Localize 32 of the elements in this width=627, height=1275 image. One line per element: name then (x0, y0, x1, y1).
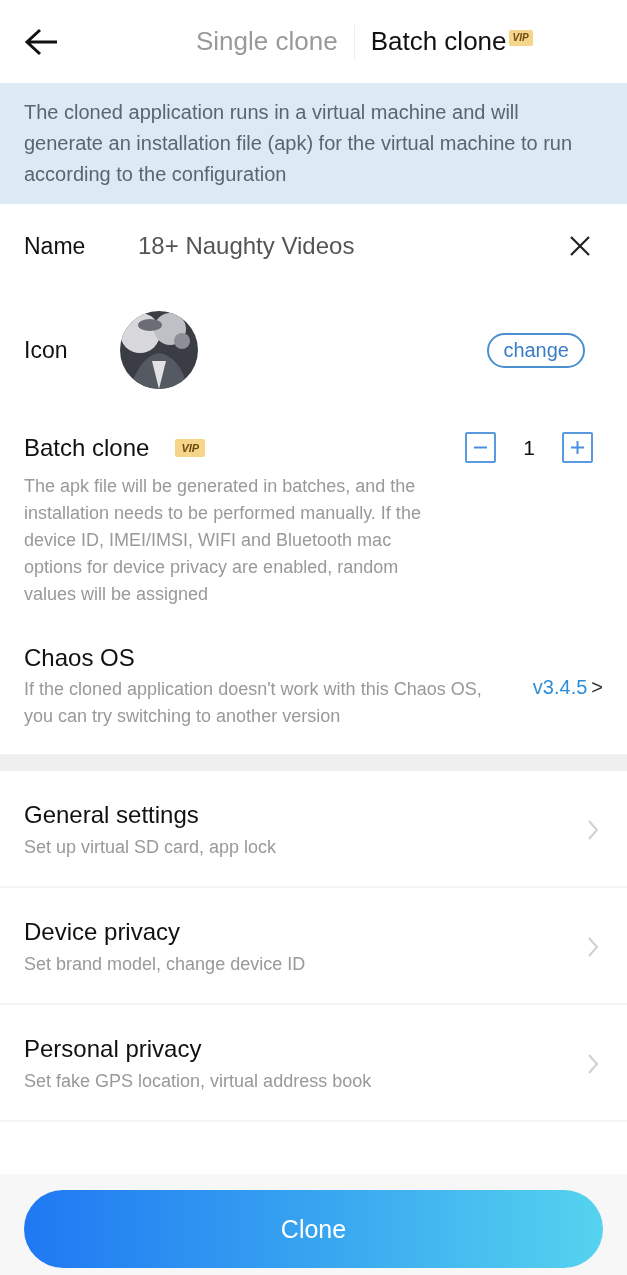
back-arrow-icon[interactable] (24, 26, 58, 57)
row-title: Device privacy (24, 918, 182, 946)
settings-row[interactable]: General settings Set up virtual SD card, app lock (0, 771, 627, 888)
field-label: Icon (24, 336, 69, 364)
name-field[interactable]: 18+ Naughty Videos (138, 232, 569, 260)
description-text: If the cloned application doesn't work with this Chaos OS, you can try switching to another version (24, 678, 483, 728)
row-title: General settings (24, 801, 200, 829)
chevron-right-icon (587, 935, 599, 958)
vip-badge: VIP (175, 438, 206, 457)
chevron-right-icon (587, 1052, 599, 1075)
chevron-right-icon (587, 818, 599, 841)
count-value: 1 (522, 435, 536, 460)
description-text: The apk file will be generated in batches, and the installation needs to be performed manually. If the device ID, IMEI/IMSI, WIFI and Bluetooth mac options for device privacy are enabled, random values will be assigned (24, 475, 422, 606)
increment-button[interactable] (562, 432, 593, 463)
section-title: Batch clone (24, 433, 150, 462)
vip-badge: VIP (508, 30, 533, 46)
decrement-button[interactable] (465, 432, 496, 463)
tab[interactable]: Batch clone VIP (354, 26, 549, 57)
plus-icon (570, 440, 585, 455)
row-title: Personal privacy (24, 1035, 203, 1063)
chevron-text: > (591, 675, 603, 699)
close-icon[interactable] (569, 235, 591, 257)
settings-row[interactable]: Personal privacy Set fake GPS location, virtual address book (0, 1005, 627, 1122)
info-banner: The cloned application runs in a virtual machine and will generate an installation file (apk) for the virtual machine to run according to the configuration (0, 83, 627, 204)
settings-row[interactable]: Device privacy Set brand model, change device ID (0, 888, 627, 1005)
version-link[interactable]: v3.4.5 (532, 675, 588, 699)
change-button[interactable]: change (487, 332, 585, 368)
row-subtitle: Set up virtual SD card, app lock (24, 837, 278, 858)
row-subtitle: Set fake GPS location, virtual address book (24, 1071, 373, 1092)
row-subtitle: Set brand model, change device ID (24, 954, 307, 975)
field-label: Name (24, 232, 87, 260)
section-title: Chaos OS (24, 644, 136, 672)
